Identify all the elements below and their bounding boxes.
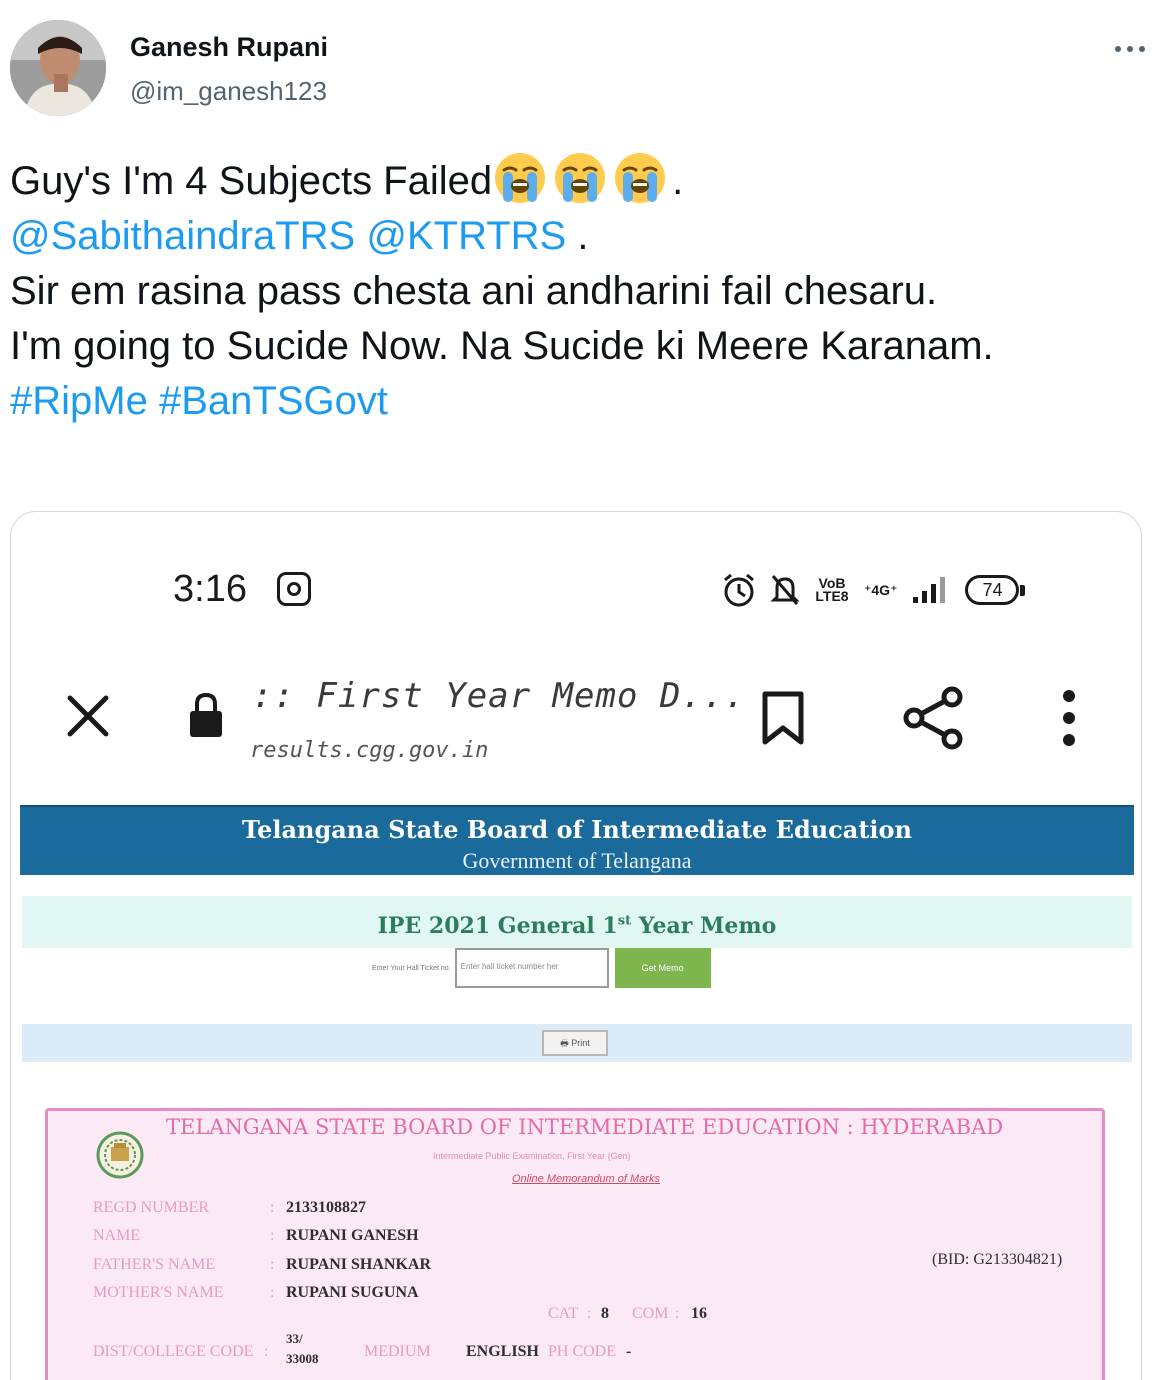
tweet-line-4: I'm going to Sucide Now. Na Sucide ki Me… <box>10 324 994 368</box>
status-time: 3:16 <box>173 568 247 610</box>
site-header-subtitle: Government of Telangana <box>462 848 692 873</box>
field-colon: : <box>270 1199 275 1216</box>
mother-name-value: RUPANI SUGUNA <box>286 1284 419 1301</box>
field-colon: : <box>675 1305 680 1322</box>
close-icon[interactable] <box>62 690 114 742</box>
print-band: 🖶 Print <box>22 1024 1132 1062</box>
ph-code-label: PH CODE <box>548 1343 617 1360</box>
tweet-line-1-end: . <box>672 159 684 203</box>
tweet-text: Guy's I'm 4 Subjects Failed. @Sabithaind… <box>10 150 1140 429</box>
more-dot-icon <box>1127 46 1133 52</box>
memo-card: TELANGANA STATE BOARD OF INTERMEDIATE ED… <box>45 1108 1105 1380</box>
hall-ticket-label: Enter Your Hall Ticket no. <box>372 964 451 972</box>
bookmark-icon[interactable] <box>760 690 806 746</box>
status-icons: VoB LTE8 ⁺4G⁺ 74 <box>722 568 1026 612</box>
field-colon: : <box>270 1256 275 1273</box>
more-dot-icon <box>1115 46 1121 52</box>
get-memo-button[interactable]: Get Memo <box>614 948 711 988</box>
browser-toolbar: :: First Year Memo D... results.cgg.gov.… <box>0 660 1160 780</box>
loudly-crying-face-icon <box>495 153 546 203</box>
share-icon[interactable] <box>902 686 966 750</box>
memo-card-subtitle: Intermediate Public Examination, First Y… <box>433 1151 631 1161</box>
author-handle[interactable]: @im_ganesh123 <box>130 76 327 107</box>
hall-ticket-form: Enter Your Hall Ticket no. Enter hall ti… <box>372 948 711 988</box>
hashtag-bantsgovt[interactable]: #BanTSGovt <box>159 379 388 423</box>
memo-online-label: Online Memorandum of Marks <box>512 1173 660 1185</box>
more-dot-icon <box>1139 46 1145 52</box>
dist-college-code-value-1: 33/ <box>286 1331 303 1346</box>
lock-icon <box>190 692 222 737</box>
field-colon: : <box>270 1227 275 1244</box>
bell-muted-icon <box>770 575 800 605</box>
more-options-button[interactable] <box>1110 34 1150 64</box>
father-name-value: RUPANI SHANKAR <box>286 1256 432 1273</box>
mother-name-label: MOTHER'S NAME <box>93 1284 224 1301</box>
signal-icon <box>913 577 946 603</box>
ph-code-value: - <box>626 1343 632 1360</box>
mention-sabithaindratrs[interactable]: @SabithaindraTRS <box>10 214 355 258</box>
memo-title-post: Year Memo <box>631 913 777 940</box>
tweet-line-1-text: Guy's I'm 4 Subjects Failed <box>10 159 493 203</box>
board-emblem-icon <box>96 1131 144 1179</box>
memo-title-pre: IPE 2021 General 1 <box>377 913 618 940</box>
phone-status-bar: 3:16 VoB LTE8 ⁺4G⁺ 74 <box>0 560 1160 620</box>
father-name-label: FATHER'S NAME <box>93 1256 216 1273</box>
memo-card-title: TELANGANA STATE BOARD OF INTERMEDIATE ED… <box>166 1115 1004 1139</box>
browser-url[interactable]: results.cgg.gov.in <box>250 738 488 763</box>
name-value: RUPANI GANESH <box>286 1227 419 1244</box>
mention-ktrtrs[interactable]: @KTRTRS <box>366 214 566 258</box>
alarm-icon <box>724 573 754 607</box>
hall-ticket-input[interactable]: Enter hall ticket number her <box>454 948 609 988</box>
loudly-crying-face-icon <box>615 153 666 203</box>
avatar[interactable] <box>10 20 106 116</box>
medium-value: ENGLISH <box>466 1343 539 1360</box>
tweet-line-2: @SabithaindraTRS @KTRTRS . <box>10 209 1140 264</box>
cat-value: 8 <box>601 1305 609 1322</box>
tweet-line-2-end: . <box>566 214 589 258</box>
battery-icon: 74 <box>965 575 1026 605</box>
site-header-title: Telangana State Board of Intermediate Ed… <box>241 815 913 844</box>
print-button-label: Print <box>571 1038 590 1048</box>
dist-college-code-label: DIST/COLLEGE CODE <box>93 1343 254 1360</box>
site-header: Telangana State Board of Intermediate Ed… <box>20 805 1134 875</box>
author-name[interactable]: Ganesh Rupani <box>130 32 328 63</box>
hashtag-ripme[interactable]: #RipMe <box>10 379 148 423</box>
memo-title: IPE 2021 General 1st Year Memo <box>378 913 777 939</box>
com-label: COM <box>632 1305 669 1322</box>
browser-page-title: :: First Year Memo D... <box>252 676 746 716</box>
overflow-menu-icon[interactable] <box>1054 688 1084 748</box>
bid-code: (BID: G213304821) <box>932 1251 1063 1268</box>
volte-indicator: VoB LTE8 <box>815 575 849 604</box>
instagram-icon <box>277 572 311 606</box>
print-button[interactable]: 🖶 Print <box>542 1030 608 1056</box>
tweet-hashtags: #RipMe #BanTSGovt <box>10 374 1140 429</box>
regd-number-value: 2133108827 <box>286 1199 366 1216</box>
regd-number-label: REGD NUMBER <box>93 1199 210 1216</box>
name-label: NAME <box>93 1227 141 1244</box>
memo-title-sup: st <box>617 914 632 929</box>
tweet-line-1: Guy's I'm 4 Subjects Failed. <box>10 150 1140 209</box>
cat-label: CAT <box>548 1305 579 1322</box>
dist-college-code-value-2: 33008 <box>286 1351 319 1366</box>
loudly-crying-face-icon <box>555 153 606 203</box>
com-value: 16 <box>691 1305 707 1322</box>
medium-label: MEDIUM <box>364 1343 431 1360</box>
field-colon: : <box>270 1284 275 1301</box>
crying-emoji-group <box>492 153 672 203</box>
field-colon: : <box>587 1305 592 1322</box>
network-4g-indicator: ⁺4G⁺ <box>864 581 898 598</box>
memo-title-band: IPE 2021 General 1st Year Memo <box>22 896 1132 948</box>
field-colon: : <box>264 1343 269 1360</box>
tweet-header: Ganesh Rupani @im_ganesh123 <box>10 20 1150 120</box>
tweet-line-3: Sir em rasina pass chesta ani andharini … <box>10 269 938 313</box>
